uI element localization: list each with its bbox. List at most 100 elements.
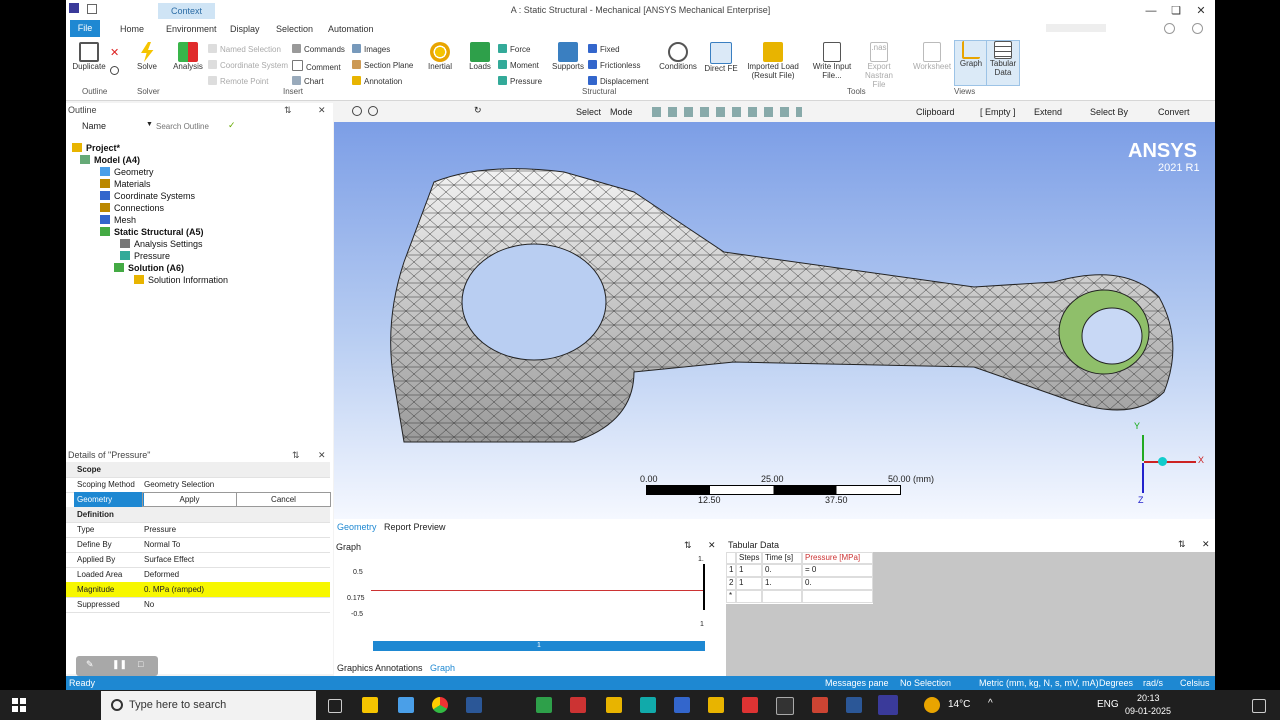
annotation-button[interactable]: Annotation [352,76,402,86]
outline-search-input[interactable] [154,119,228,133]
commands-button[interactable]: Commands [292,44,345,54]
direct-fe-button[interactable]: Direct FE [704,42,738,73]
graph-button[interactable]: Graph [954,40,988,86]
clock-date[interactable]: 09-01-2025 [1125,706,1171,716]
worksheet-button[interactable]: Worksheet [912,42,952,71]
detail-value[interactable]: Deformed [144,567,179,582]
graph-close-icon[interactable]: ✕ [708,540,716,551]
detail-value[interactable]: Normal To [144,537,180,552]
pin-icon[interactable]: ⇅ [284,103,292,117]
clock-time[interactable]: 20:13 [1137,693,1160,703]
conditions-button[interactable]: Conditions [656,42,700,71]
table-cell[interactable] [802,590,873,603]
named-selection-button[interactable]: Named Selection [208,44,281,54]
time-cursor[interactable] [703,564,705,610]
tabular-close-icon[interactable]: ✕ [1202,539,1210,550]
scope-header[interactable]: Scope [66,462,330,478]
detail-row-define-by[interactable]: Define By Normal To [66,537,330,553]
table-cell[interactable]: 2 [726,577,736,590]
tree-item-materials[interactable]: Materials [100,179,151,189]
tree-item-geometry[interactable]: Geometry [100,167,154,177]
graph-pin-icon[interactable]: ⇅ [684,540,692,551]
tree-item-solution-information[interactable]: Solution Information [134,275,228,285]
select-by-dropdown[interactable]: Select By [1090,107,1128,117]
mechanical-icon[interactable] [878,695,898,715]
table-cell[interactable]: 1 [736,577,762,590]
zoom-icon[interactable] [352,106,362,116]
fixed-button[interactable]: Fixed [588,44,620,54]
table-cell[interactable]: 1. [762,577,802,590]
help-icon[interactable] [1192,23,1203,34]
detail-row-suppressed[interactable]: Suppressed No [66,597,330,613]
tree-item-static-structural-a5[interactable]: Static Structural (A5) [100,227,204,237]
tree-item-connections[interactable]: Connections [100,203,164,213]
app-icon-10[interactable] [674,697,690,713]
table-header-cell[interactable]: Pressure [MPa] [802,552,873,564]
context-tab[interactable]: Context [158,3,215,19]
tab-environment[interactable]: Environment [166,22,217,36]
images-button[interactable]: Images [352,44,390,54]
tab-selection[interactable]: Selection [276,22,313,36]
detail-row-type[interactable]: Type Pressure [66,522,330,538]
app-icon-7[interactable] [570,697,586,713]
language-indicator[interactable]: ENG [1097,699,1119,710]
smile-icon[interactable] [1164,23,1175,34]
definition-header[interactable]: Definition [66,507,330,523]
filter-icon[interactable]: ✓ [228,120,236,131]
tree-item-solution-a6[interactable]: Solution (A6) [114,263,184,273]
mode-dropdown[interactable]: Mode [610,107,633,117]
tree-item-mesh[interactable]: Mesh [100,215,136,225]
tree-item-pressure[interactable]: Pressure [120,251,170,261]
app-icon-9[interactable] [640,697,656,713]
table-cell[interactable]: 1 [736,564,762,577]
tab-home[interactable]: Home [120,22,144,36]
table-cell[interactable]: 0. [762,564,802,577]
details-close-icon[interactable]: ✕ [318,448,326,462]
explorer-icon[interactable] [362,697,378,713]
section-plane-button[interactable]: Section Plane [352,60,413,70]
rotate-icon[interactable]: ↻ [474,105,482,116]
apply-button[interactable]: Apply [142,492,237,507]
tray-chevron-icon[interactable]: ^ [988,698,993,709]
extend-dropdown[interactable]: Extend [1034,107,1062,117]
name-filter-label[interactable]: Name [82,121,106,131]
start-button[interactable] [12,698,26,712]
panel-close-icon[interactable]: ✕ [318,103,326,117]
app-icon-2[interactable] [398,697,414,713]
app-icon-11[interactable] [708,697,724,713]
tab-geometry[interactable]: Geometry [337,522,377,532]
taskbar-search[interactable]: Type here to search [101,691,316,720]
supports-button[interactable]: Supports [550,42,586,71]
table-cell[interactable]: 0. [802,577,873,590]
tree-item-coordinate-systems[interactable]: Coordinate Systems [100,191,195,201]
app-icon-13[interactable] [776,697,794,715]
table-cell[interactable]: = 0 [802,564,873,577]
chart-button[interactable]: Chart [292,76,324,86]
analysis-button[interactable]: Analysis [170,42,206,71]
write-input-file-button[interactable]: Write Input File... [810,42,854,80]
tabular-data-button[interactable]: Tabular Data [986,40,1020,86]
table-cell[interactable]: 1 [726,564,736,577]
app-icon-12[interactable] [742,697,758,713]
detail-value[interactable]: No [144,597,154,612]
select-label[interactable]: Select [576,107,601,117]
imported-load-button[interactable]: Imported Load (Result File) [746,42,800,80]
table-header-cell[interactable]: Time [s] [762,552,802,564]
file-tab[interactable]: File [70,20,100,37]
graphics-viewport[interactable]: ANSYS 2021 R1 0.00 25.00 50.00 (mm) 12.5… [334,122,1215,519]
detail-row-applied-by[interactable]: Applied By Surface Effect [66,552,330,568]
tree-item-analysis-settings[interactable]: Analysis Settings [120,239,203,249]
loads-button[interactable]: Loads [464,42,496,71]
time-slider[interactable]: 1 [373,641,705,651]
unit-system[interactable]: Metric (mm, kg, N, s, mV, mA) [979,676,1099,690]
delete-icon[interactable]: ✕ [110,46,119,59]
stop-icon[interactable]: □ [138,659,143,669]
notifications-icon[interactable] [1252,699,1266,713]
table-cell[interactable] [736,590,762,603]
pressure-button[interactable]: Pressure [498,76,542,86]
tab-automation[interactable]: Automation [328,22,374,36]
coordinate-system-button[interactable]: Coordinate System [208,60,288,70]
displacement-button[interactable]: Displacement [588,76,648,86]
chrome-icon[interactable] [432,697,448,713]
recording-toolbar[interactable]: ✎ ❚❚ □ [76,656,158,676]
